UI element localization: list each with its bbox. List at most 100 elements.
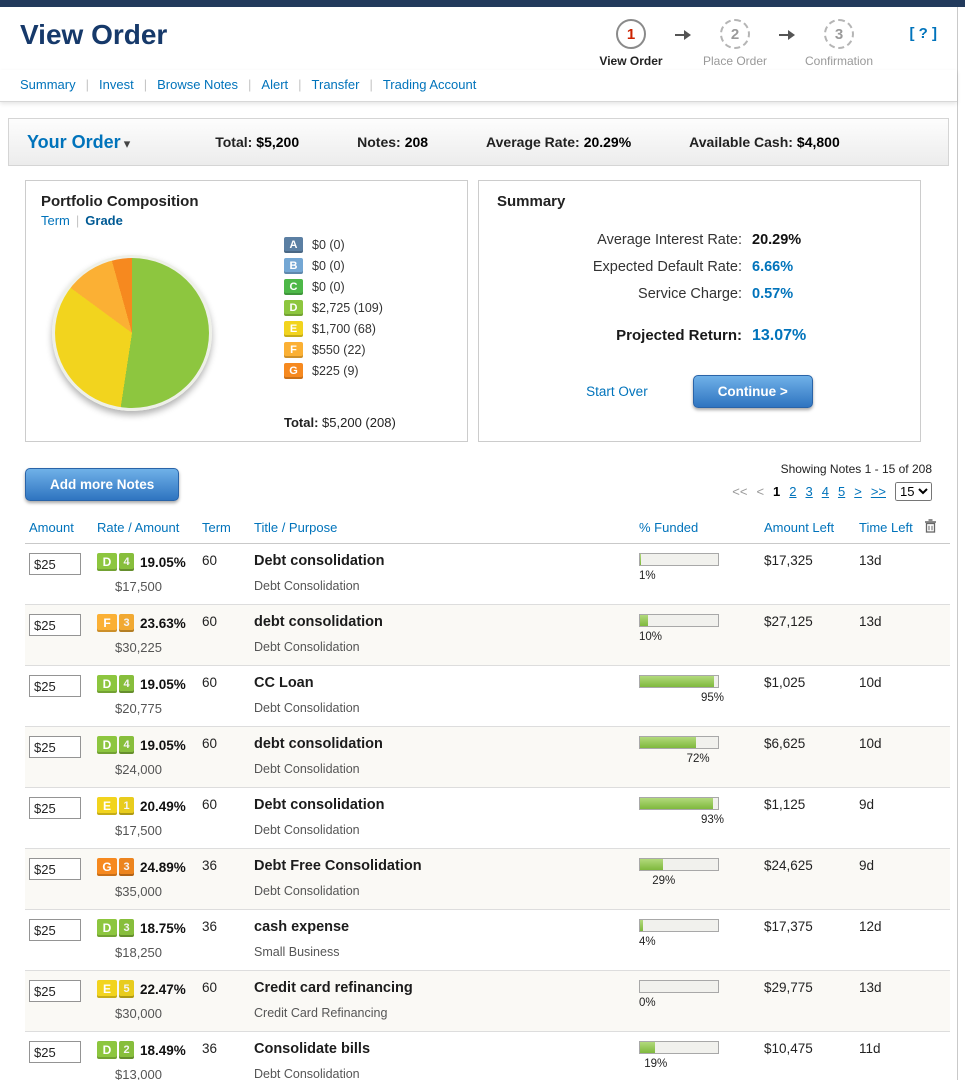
- add-more-notes-button[interactable]: Add more Notes: [25, 468, 179, 501]
- loan-purpose: Debt Consolidation: [254, 640, 631, 654]
- note-amount-input[interactable]: [29, 919, 81, 941]
- col-header-amount[interactable]: Amount: [25, 513, 93, 544]
- tab-grade[interactable]: Grade: [85, 213, 123, 228]
- loan-amount: $20,775: [97, 701, 194, 716]
- page-size-select[interactable]: 15: [895, 482, 932, 501]
- page-1-link[interactable]: 1: [773, 484, 780, 499]
- grade-letter-badge: D: [97, 553, 117, 571]
- funded-percent-label: 29%: [652, 875, 756, 887]
- grade-letter-badge: D: [97, 1041, 117, 1059]
- delete-all-trash-icon[interactable]: [924, 519, 937, 536]
- grade-badge: E 5 22.47%: [97, 980, 194, 998]
- page-last-button[interactable]: >>: [871, 484, 886, 499]
- col-header-time-left[interactable]: Time Left: [855, 513, 920, 544]
- note-amount-input[interactable]: [29, 736, 81, 758]
- col-header-amount-left[interactable]: Amount Left: [760, 513, 855, 544]
- nav-invest[interactable]: Invest: [99, 77, 134, 92]
- your-order-dropdown[interactable]: Your Order▾: [27, 132, 130, 153]
- projected-return-label: Projected Return:: [497, 327, 752, 344]
- nav-browse-notes[interactable]: Browse Notes: [157, 77, 238, 92]
- step-arrow-icon: [674, 29, 692, 44]
- note-row: E 5 22.47% $30,000 60 Credit card refina…: [25, 971, 950, 1032]
- col-header-rate-amount[interactable]: Rate / Amount: [93, 513, 198, 544]
- col-header-term[interactable]: Term: [198, 513, 250, 544]
- loan-purpose: Debt Consolidation: [254, 1067, 631, 1080]
- legend-item: C $0 (0): [284, 279, 383, 295]
- page-first-button[interactable]: <<: [732, 484, 747, 499]
- step-3-label: Confirmation: [805, 54, 873, 68]
- grade-letter-badge: D: [97, 736, 117, 754]
- avg-interest-rate-label: Average Interest Rate:: [497, 232, 752, 248]
- loan-purpose: Debt Consolidation: [254, 823, 631, 837]
- legend-item: G $225 (9): [284, 363, 383, 379]
- nav-transfer[interactable]: Transfer: [312, 77, 360, 92]
- subtab-separator: |: [76, 213, 79, 228]
- col-header-funded[interactable]: % Funded: [635, 513, 760, 544]
- loan-amount: $17,500: [97, 579, 194, 594]
- page-prev-button[interactable]: <: [756, 484, 764, 499]
- grade-badge: D 4 19.05%: [97, 736, 194, 754]
- note-amount-input[interactable]: [29, 858, 81, 880]
- loan-term: 60: [202, 553, 217, 568]
- notes-table: Amount Rate / Amount Term Title / Purpos…: [25, 513, 950, 1080]
- panels-row: Portfolio Composition Term|Grade A $0 (0…: [25, 180, 949, 442]
- nav-summary[interactable]: Summary: [20, 77, 76, 92]
- legend-amount: $550 (22): [312, 343, 366, 357]
- funded-progress-bar: [639, 1041, 719, 1054]
- interest-rate: 19.05%: [140, 555, 186, 570]
- loan-amount: $13,000: [97, 1067, 194, 1080]
- start-over-link[interactable]: Start Over: [586, 384, 648, 399]
- portfolio-panel-title: Portfolio Composition: [41, 193, 452, 210]
- funded-percent-label: 10%: [639, 631, 756, 643]
- summary-grid: Average Interest Rate: 20.29% Expected D…: [497, 232, 902, 345]
- interest-rate: 20.49%: [140, 799, 186, 814]
- interest-rate: 23.63%: [140, 616, 186, 631]
- funded-progress-bar: [639, 736, 719, 749]
- note-row: E 1 20.49% $17,500 60 Debt consolidation…: [25, 788, 950, 849]
- avg-interest-rate-value: 20.29%: [752, 232, 902, 248]
- page-container: View Order 1 View Order 2 Place Order 3 …: [0, 7, 958, 1080]
- loan-term: 36: [202, 858, 217, 873]
- col-header-title-purpose[interactable]: Title / Purpose: [250, 513, 635, 544]
- amount-left-value: $6,625: [764, 736, 805, 751]
- grade-subgrade-badge: 3: [119, 858, 134, 876]
- funded-percent-label: 72%: [687, 753, 756, 765]
- legend-amount: $225 (9): [312, 364, 359, 378]
- page-3-link[interactable]: 3: [806, 484, 813, 499]
- grade-badge: D 4 19.05%: [97, 675, 194, 693]
- amount-left-value: $1,125: [764, 797, 805, 812]
- legend-item: D $2,725 (109): [284, 300, 383, 316]
- loan-title: Credit card refinancing: [254, 980, 631, 996]
- nav-separator: |: [144, 77, 147, 92]
- continue-button[interactable]: Continue >: [693, 375, 813, 408]
- legend-amount: $1,700 (68): [312, 322, 376, 336]
- page-2-link[interactable]: 2: [789, 484, 796, 499]
- grade-badge: G 3 24.89%: [97, 858, 194, 876]
- note-amount-input[interactable]: [29, 675, 81, 697]
- note-amount-input[interactable]: [29, 553, 81, 575]
- loan-purpose: Debt Consolidation: [254, 579, 631, 593]
- order-bar: Your Order▾ Total:$5,200 Notes:208 Avera…: [8, 118, 949, 166]
- amount-left-value: $17,375: [764, 919, 813, 934]
- grade-letter-badge: D: [97, 675, 117, 693]
- tab-term[interactable]: Term: [41, 213, 70, 228]
- page-4-link[interactable]: 4: [822, 484, 829, 499]
- note-amount-input[interactable]: [29, 797, 81, 819]
- nav-alert[interactable]: Alert: [261, 77, 288, 92]
- grade-badge: D 4 19.05%: [97, 553, 194, 571]
- grade-letter-badge: F: [97, 614, 117, 632]
- nav-separator: |: [248, 77, 251, 92]
- stat-average-rate: Average Rate:20.29%: [486, 134, 631, 150]
- funded-percent-label: 0%: [639, 997, 756, 1009]
- help-link[interactable]: [ ? ]: [910, 25, 938, 42]
- note-amount-input[interactable]: [29, 614, 81, 636]
- page-next-button[interactable]: >: [854, 484, 862, 499]
- note-amount-input[interactable]: [29, 980, 81, 1002]
- nav-trading-account[interactable]: Trading Account: [383, 77, 476, 92]
- grade-swatch: B: [284, 258, 303, 274]
- note-row: D 2 18.49% $13,000 36 Consolidate bills …: [25, 1032, 950, 1080]
- time-left-value: 11d: [859, 1041, 881, 1056]
- chevron-down-icon: ▾: [124, 136, 131, 151]
- note-amount-input[interactable]: [29, 1041, 81, 1063]
- page-5-link[interactable]: 5: [838, 484, 845, 499]
